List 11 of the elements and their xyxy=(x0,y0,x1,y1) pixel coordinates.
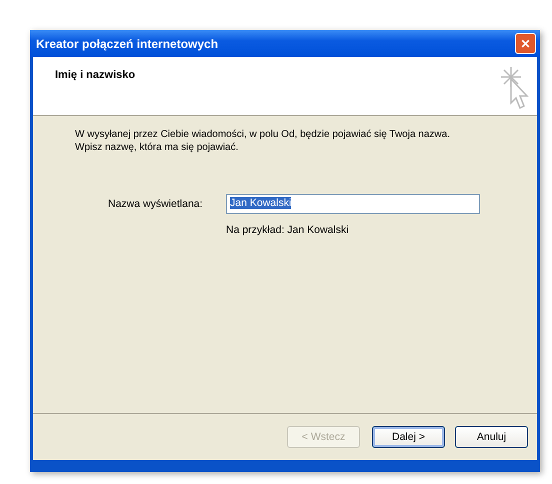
field-label: Nazwa wyświetlana: xyxy=(107,197,204,212)
example-text: Na przykład: Jan Kowalski xyxy=(226,224,350,236)
description-text: W wysyłanej przez Ciebie wiadomości, w polu Od, będzie pojawiać się Twoja nazwa. xyxy=(75,128,451,141)
description-text: Wpisz nazwę, która ma się pojawiać. xyxy=(75,141,240,154)
page-title: Imię i nazwisko xyxy=(55,69,136,83)
wizard-button[interactable]: Anuluj xyxy=(455,426,528,448)
wizard-button[interactable]: Dalej > xyxy=(372,426,445,448)
window-title: Kreator połączeń internetowych xyxy=(36,36,218,50)
input-field[interactable]: Jan Kowalski xyxy=(226,194,480,214)
close-button[interactable]: ✕ xyxy=(515,33,536,54)
sparkle-cursor-icon xyxy=(499,65,529,111)
